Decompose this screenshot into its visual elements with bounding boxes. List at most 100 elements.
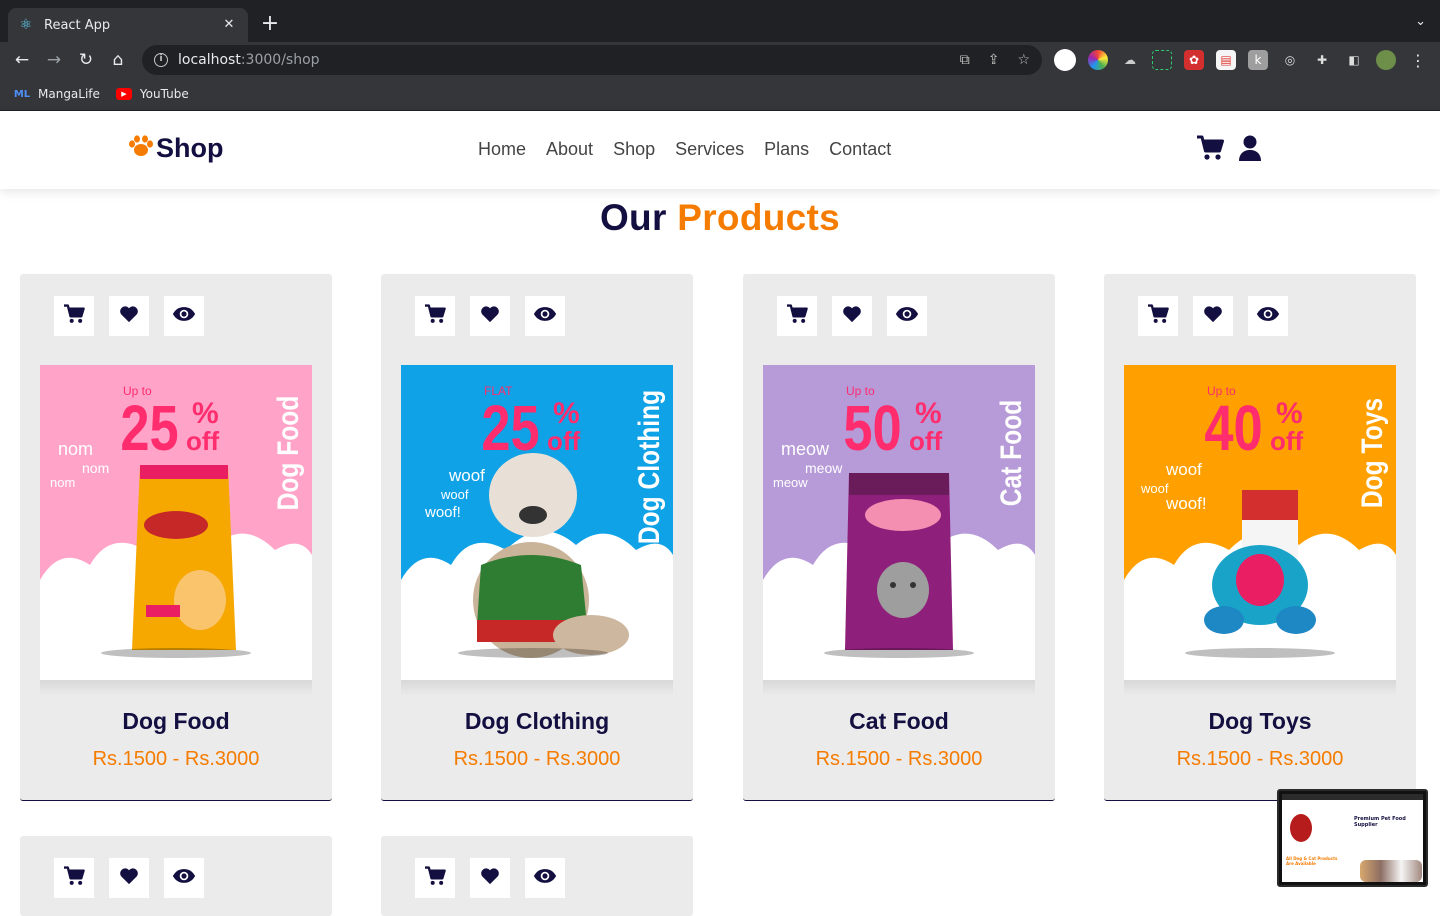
red-extension-icon[interactable]: ✿ bbox=[1184, 50, 1204, 70]
product-card: Up to 25% off Dog Food nom nom nom Dog Food Rs.1… bbox=[20, 274, 332, 801]
tab-title: React App bbox=[44, 17, 111, 33]
calendar-extension-icon[interactable]: ▤ bbox=[1216, 50, 1236, 70]
user-icon[interactable] bbox=[1238, 135, 1266, 163]
nav-shop[interactable]: Shop bbox=[613, 139, 655, 160]
bookmark-youtube[interactable]: ▶ YouTube bbox=[115, 87, 189, 101]
nav-contact[interactable]: Contact bbox=[829, 139, 891, 160]
home-icon[interactable]: ⌂ bbox=[102, 44, 134, 76]
bookmark-mangalife[interactable]: ML MangaLife bbox=[14, 87, 100, 101]
mangalife-icon: ML bbox=[13, 88, 31, 100]
product-price: Rs.1500 - Rs.3000 bbox=[1176, 748, 1344, 770]
k-extension-icon[interactable]: k bbox=[1248, 50, 1268, 70]
wishlist-button[interactable] bbox=[470, 296, 510, 336]
cart-icon[interactable] bbox=[1196, 135, 1224, 163]
browser-tab-strip: ⚛ React App ✕ + ⌄ bbox=[0, 0, 1440, 42]
banner-sound-text: nom bbox=[82, 460, 109, 476]
section-title: Our Products bbox=[0, 197, 1440, 239]
back-icon[interactable]: ← bbox=[6, 44, 38, 76]
product-price: Rs.1500 - Rs.3000 bbox=[815, 748, 983, 770]
info-icon[interactable]: i bbox=[154, 53, 168, 67]
heart-icon bbox=[119, 305, 139, 327]
eye-icon bbox=[1256, 306, 1280, 326]
product-price: Rs.1500 - Rs.3000 bbox=[453, 748, 621, 770]
close-icon[interactable]: ✕ bbox=[220, 16, 238, 34]
quick-view-button[interactable] bbox=[525, 296, 565, 336]
add-to-cart-button[interactable] bbox=[415, 296, 455, 336]
header-actions bbox=[1196, 135, 1266, 163]
nav-services[interactable]: Services bbox=[675, 139, 744, 160]
youtube-icon: ▶ bbox=[115, 88, 132, 100]
quick-view-button[interactable] bbox=[887, 296, 927, 336]
product-image[interactable]: Up to 50% off Cat Food meow meow meow bbox=[763, 365, 1035, 680]
share-icon[interactable]: ⇪ bbox=[988, 52, 1000, 68]
profile-circle-icon[interactable] bbox=[1054, 49, 1076, 71]
heart-icon bbox=[480, 305, 500, 327]
sidebar-toggle-icon[interactable]: ◧ bbox=[1344, 50, 1364, 70]
product-image[interactable]: FLAT 25% off Dog Clothing woof woof woof! bbox=[401, 365, 673, 680]
product-price: Rs.1500 - Rs.3000 bbox=[92, 748, 260, 770]
color-picker-icon[interactable] bbox=[1088, 50, 1108, 70]
product-image[interactable]: Up to 40% off Dog Toys woof woof woof! bbox=[1124, 365, 1396, 680]
extensions-row: ☁ ✿ ▤ k ◎ ✚ ◧ ⋮ bbox=[1054, 49, 1428, 71]
add-to-cart-button[interactable] bbox=[415, 858, 455, 898]
banner-side-label: Dog Toys bbox=[1355, 398, 1389, 508]
pip-preview: Premium Pet Food Supplier All Dog & Cat … bbox=[1282, 794, 1423, 882]
quick-view-button[interactable] bbox=[164, 858, 204, 898]
wishlist-button[interactable] bbox=[1193, 296, 1233, 336]
product-name[interactable]: Dog Food bbox=[20, 708, 332, 735]
product-name[interactable]: Dog Toys bbox=[1104, 708, 1416, 735]
banner-sound-text: meow bbox=[773, 475, 808, 490]
eye-icon bbox=[533, 306, 557, 326]
heart-icon bbox=[842, 305, 862, 327]
banner-off-text: off bbox=[909, 426, 943, 456]
add-to-cart-button[interactable] bbox=[54, 296, 94, 336]
site-header: Shop Home About Shop Services Plans Cont… bbox=[0, 111, 1440, 189]
url-text[interactable]: localhost:3000/shop bbox=[178, 52, 942, 68]
banner-sound-text: nom bbox=[58, 439, 93, 459]
browser-toolbar: ← → ↻ ⌂ i localhost:3000/shop ⧉ ⇪ ☆ ☁ ✿ … bbox=[0, 42, 1440, 78]
browser-tab[interactable]: ⚛ React App ✕ bbox=[8, 8, 248, 42]
nav-about[interactable]: About bbox=[546, 139, 593, 160]
cloud-extension-icon[interactable]: ☁ bbox=[1120, 50, 1140, 70]
kebab-menu-icon[interactable]: ⋮ bbox=[1408, 50, 1428, 70]
cart-icon bbox=[63, 304, 85, 328]
bookmark-star-icon[interactable]: ☆ bbox=[1017, 52, 1030, 68]
chevron-down-icon[interactable]: ⌄ bbox=[1415, 14, 1426, 29]
wishlist-button[interactable] bbox=[109, 858, 149, 898]
bookmark-label: MangaLife bbox=[38, 87, 100, 101]
add-to-cart-button[interactable] bbox=[54, 858, 94, 898]
screenshot-extension-icon[interactable] bbox=[1152, 50, 1172, 70]
nav-home[interactable]: Home bbox=[478, 139, 526, 160]
quick-view-button[interactable] bbox=[525, 858, 565, 898]
quick-view-button[interactable] bbox=[164, 296, 204, 336]
eye-icon bbox=[172, 306, 196, 326]
product-image[interactable]: Up to 25% off Dog Food nom nom nom bbox=[40, 365, 312, 680]
product-name[interactable]: Cat Food bbox=[743, 708, 1055, 735]
product-name[interactable]: Dog Clothing bbox=[381, 708, 693, 735]
wishlist-button[interactable] bbox=[470, 858, 510, 898]
product-card: FLAT 25% off Dog Clothing woof woof woof! Dog C… bbox=[381, 274, 693, 801]
pip-pets-image bbox=[1360, 860, 1422, 882]
avatar[interactable] bbox=[1376, 50, 1396, 70]
wishlist-button[interactable] bbox=[109, 296, 149, 336]
banner-percent-text: 25 bbox=[481, 393, 539, 464]
bookmark-label: YouTube bbox=[139, 87, 189, 101]
cart-icon bbox=[1147, 304, 1169, 328]
section-title-prefix: Our bbox=[599, 197, 667, 238]
forward-icon[interactable]: → bbox=[38, 44, 70, 76]
add-to-cart-button[interactable] bbox=[777, 296, 817, 336]
address-bar[interactable]: i localhost:3000/shop ⧉ ⇪ ☆ bbox=[142, 45, 1042, 75]
reload-icon[interactable]: ↻ bbox=[70, 44, 102, 76]
card-actions bbox=[1138, 296, 1288, 336]
puzzle-extensions-icon[interactable]: ✚ bbox=[1312, 50, 1332, 70]
open-external-icon[interactable]: ⧉ bbox=[960, 52, 970, 68]
new-tab-button[interactable]: + bbox=[258, 12, 282, 36]
wishlist-button[interactable] bbox=[832, 296, 872, 336]
picture-in-picture-window[interactable]: Premium Pet Food Supplier All Dog & Cat … bbox=[1277, 789, 1428, 887]
nav-plans[interactable]: Plans bbox=[764, 139, 809, 160]
banner-sound-text: meow bbox=[781, 439, 830, 459]
quick-view-button[interactable] bbox=[1248, 296, 1288, 336]
add-to-cart-button[interactable] bbox=[1138, 296, 1178, 336]
site-logo[interactable]: Shop bbox=[128, 133, 224, 164]
target-extension-icon[interactable]: ◎ bbox=[1280, 50, 1300, 70]
